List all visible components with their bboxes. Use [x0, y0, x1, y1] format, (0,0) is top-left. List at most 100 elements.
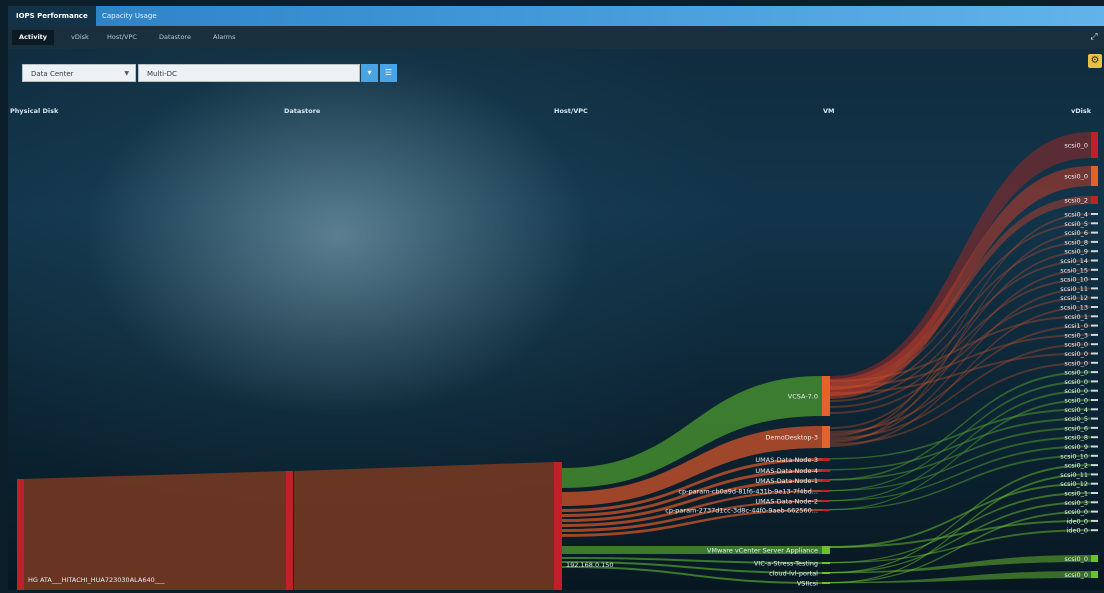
node-vdisk[interactable]	[1091, 529, 1098, 532]
flow-link-vm-vdisk[interactable]	[830, 287, 1091, 441]
node-vdisk[interactable]	[1091, 371, 1098, 374]
node-vdisk[interactable]	[1091, 213, 1098, 215]
vm-label: cp-param-cb0a9d-81f6-431b-9e13-7f4bd...	[678, 488, 818, 496]
vdisk-label: scsi0_0	[1064, 142, 1088, 150]
node-vdisk[interactable]	[1091, 445, 1098, 448]
vdisk-label: scsi0_0	[1064, 571, 1088, 579]
vdisk-label: scsi0_15	[1060, 266, 1088, 274]
node-vdisk[interactable]	[1091, 132, 1098, 158]
vdisk-label: scsi0_2	[1064, 197, 1088, 205]
node-physical-disk[interactable]	[17, 479, 24, 590]
vdisk-label: scsi0_4	[1064, 406, 1088, 414]
vm-label: cloud-lvl-portal	[769, 570, 818, 578]
vm-label: DemoDesktop-3	[765, 434, 818, 442]
vdisk-label: scsi0_0	[1064, 359, 1088, 367]
vdisk-label: scsi0_8	[1064, 238, 1088, 246]
host-label: 192.168.0.150	[566, 561, 614, 569]
vdisk-label: scsi0_5	[1064, 415, 1088, 423]
vdisk-label: scsi0_12	[1060, 294, 1088, 302]
node-vm[interactable]	[822, 500, 830, 502]
node-vdisk[interactable]	[1091, 519, 1098, 522]
node-vdisk[interactable]	[1091, 259, 1098, 262]
node-vm[interactable]	[822, 490, 830, 492]
vdisk-label: scsi0_12	[1060, 480, 1088, 488]
node-vdisk[interactable]	[1091, 555, 1098, 562]
node-vdisk[interactable]	[1091, 352, 1098, 355]
node-vdisk[interactable]	[1091, 333, 1098, 336]
node-vdisk[interactable]	[1091, 315, 1098, 318]
flow-link-vm-vdisk[interactable]	[830, 492, 1091, 564]
vdisk-label: scsi0_0	[1064, 350, 1088, 358]
node-vdisk[interactable]	[1091, 501, 1098, 504]
vdisk-label: scsi0_1	[1064, 313, 1088, 321]
node-vdisk[interactable]	[1091, 436, 1098, 439]
node-datastore[interactable]	[286, 471, 293, 590]
node-vm[interactable]	[822, 479, 830, 482]
vdisk-label: scsi0_6	[1064, 424, 1088, 432]
node-vdisk[interactable]	[1091, 380, 1098, 383]
flow-link-vm-vdisk[interactable]	[830, 132, 1091, 396]
node-vm[interactable]	[822, 376, 830, 416]
vdisk-label: scsi0_9	[1064, 443, 1088, 451]
node-vm[interactable]	[822, 426, 830, 448]
node-vdisk[interactable]	[1091, 231, 1098, 234]
vdisk-label: scsi0_8	[1064, 434, 1088, 442]
node-vdisk[interactable]	[1091, 306, 1098, 308]
vdisk-label: scsi0_13	[1060, 304, 1088, 312]
node-vm[interactable]	[822, 458, 830, 461]
vm-label: VCSA-7.0	[788, 393, 818, 401]
vdisk-label: ide0_0	[1067, 527, 1088, 535]
vdisk-label: scsi0_3	[1064, 499, 1088, 507]
flow-link-datastore-host[interactable]	[294, 462, 554, 590]
node-vm[interactable]	[822, 546, 830, 554]
vm-label: UMAS-Data-Node-4	[755, 467, 818, 475]
node-vdisk[interactable]	[1091, 454, 1098, 457]
node-vdisk[interactable]	[1091, 166, 1098, 186]
node-vdisk[interactable]	[1091, 492, 1098, 494]
node-vdisk[interactable]	[1091, 417, 1098, 420]
node-vdisk[interactable]	[1091, 240, 1098, 243]
node-vdisk[interactable]	[1091, 464, 1098, 467]
node-vdisk[interactable]	[1091, 196, 1098, 204]
vdisk-label: scsi0_0	[1064, 369, 1088, 377]
flow-link-vm-vdisk[interactable]	[830, 571, 1091, 584]
node-vdisk[interactable]	[1091, 324, 1098, 327]
node-vdisk[interactable]	[1091, 482, 1098, 485]
vdisk-label: scsi0_14	[1060, 257, 1088, 265]
node-vdisk[interactable]	[1091, 287, 1098, 290]
node-vm[interactable]	[822, 562, 830, 564]
node-vdisk[interactable]	[1091, 278, 1098, 281]
node-vdisk[interactable]	[1091, 389, 1098, 392]
node-host[interactable]	[554, 462, 562, 590]
vdisk-label: ide0_0	[1067, 517, 1088, 525]
node-vdisk[interactable]	[1091, 343, 1098, 346]
node-vdisk[interactable]	[1091, 361, 1098, 364]
vdisk-label: scsi0_2	[1064, 462, 1088, 470]
node-vdisk[interactable]	[1091, 296, 1098, 299]
sankey-view: IOPS Performance Capacity Usage Activity…	[8, 6, 1104, 590]
vm-label: UMAS-Data-Node-3	[755, 456, 818, 464]
node-vm[interactable]	[822, 509, 830, 511]
node-vdisk[interactable]	[1091, 250, 1098, 253]
vdisk-label: scsi0_6	[1064, 229, 1088, 237]
node-vdisk[interactable]	[1091, 510, 1098, 513]
node-vdisk[interactable]	[1091, 222, 1098, 225]
vm-label: UMAS-Data-Node-2	[755, 498, 818, 506]
vm-label: cp-param-2737d1cc-3d8c-44f0-9aeb-662560.…	[665, 507, 818, 515]
node-vdisk[interactable]	[1091, 399, 1098, 401]
node-vdisk[interactable]	[1091, 571, 1098, 578]
node-vm[interactable]	[822, 572, 830, 574]
node-vm[interactable]	[822, 582, 830, 584]
vdisk-label: scsi0_10	[1060, 276, 1088, 284]
flow-link-vm-vdisk[interactable]	[830, 501, 1091, 574]
node-vm[interactable]	[822, 469, 830, 472]
node-vdisk[interactable]	[1091, 408, 1098, 411]
node-vdisk[interactable]	[1091, 426, 1098, 429]
physical-disk-label: HG ATA___HITACHI_HUA723030ALA640___	[28, 576, 165, 584]
node-vdisk[interactable]	[1091, 268, 1098, 271]
flow-link-disk-datastore[interactable]	[22, 471, 286, 590]
flow-link-vm-vdisk[interactable]	[830, 519, 1091, 548]
vdisk-label: scsi0_10	[1060, 452, 1088, 460]
flow-link-vm-vdisk[interactable]	[830, 389, 1091, 502]
node-vdisk[interactable]	[1091, 473, 1098, 476]
